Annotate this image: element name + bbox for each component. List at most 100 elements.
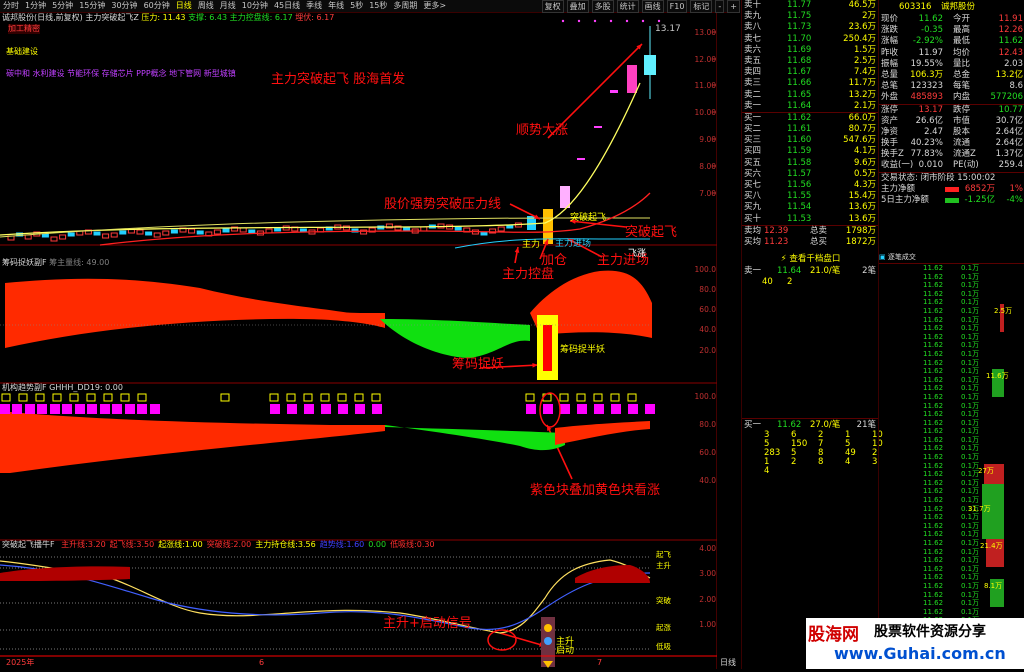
chart-tool-button[interactable]: 画线	[641, 0, 664, 13]
sell-level-label: 卖六	[744, 44, 762, 55]
tick-price: 11.62	[923, 392, 944, 401]
tick-price: 11.62	[923, 478, 944, 487]
sell-row: 卖二 11.65 13.2万	[742, 90, 879, 101]
period-tab[interactable]: 15秒	[366, 0, 390, 12]
period-tab[interactable]: 周线	[195, 0, 217, 12]
yellow-block	[103, 393, 113, 402]
candle	[188, 228, 196, 234]
stat-value: 106.3万	[910, 69, 943, 80]
queue-cell: 3	[872, 457, 878, 468]
chart-tool-button[interactable]: 多股	[591, 0, 614, 13]
candle	[102, 233, 110, 239]
tick-volume: 0.1万	[961, 324, 980, 333]
panel4-param-label: 主力持仓线:	[255, 540, 298, 549]
order-book: 卖十 11.77 46.5万 卖九 11.75 2万 卖八 11.73 23.6万 卖七 11.70…	[741, 0, 879, 258]
marker-dot	[561, 19, 565, 23]
yellow-block	[371, 393, 381, 402]
stat-label: 流通Z	[953, 149, 976, 160]
sell-row: 卖七 11.70 250.4万	[742, 34, 879, 45]
chart-tool-button[interactable]: -	[715, 0, 725, 13]
main-panel-title: 诚邦股份(日线,前复权) 主力突破起飞Z 压力: 11.43 支撑: 6.43 …	[2, 13, 334, 23]
period-tab[interactable]: 1分钟	[22, 0, 49, 12]
chip-signal-bar	[543, 325, 552, 371]
tick-volume: 0.1万	[961, 444, 980, 453]
tick-volume: 0.1万	[961, 573, 980, 582]
main-net-pct: -4%	[1006, 195, 1023, 205]
candle	[454, 226, 462, 231]
avg-sell-price: 12.39	[764, 225, 789, 236]
buy-level-label: 买七	[744, 180, 762, 190]
tick-price: 11.62	[923, 289, 944, 298]
view-depth-link[interactable]: ⚡ 查看千档盘口	[742, 252, 879, 266]
purple-block	[75, 404, 85, 414]
chart-tool-button[interactable]: 统计	[616, 0, 639, 13]
period-tab[interactable]: 5分钟	[49, 0, 76, 12]
tick-price: 11.62	[923, 427, 944, 436]
tick-price: 11.62	[923, 444, 944, 453]
buy-price: 11.57	[787, 168, 812, 179]
period-tab[interactable]: 月线	[217, 0, 239, 12]
marker-dot	[609, 19, 613, 23]
main-net-label: 主力净额	[881, 183, 916, 194]
level-sell-label: 卖一	[744, 266, 762, 276]
stock-header: 603316 诚邦股份	[879, 0, 1024, 14]
purple-block	[270, 404, 280, 414]
period-tab[interactable]: 季线	[303, 0, 325, 12]
sell-price: 11.68	[787, 55, 812, 66]
level-buy-price: 11.62	[777, 420, 802, 430]
purple-block	[12, 404, 22, 414]
main-net-row: 主力净额 6852万 1%	[879, 184, 1024, 195]
tick-price: 11.62	[923, 384, 944, 393]
candle	[239, 227, 247, 233]
level-buy-block: 买一 11.62 27.0/笔 21笔 3 6 2 1 10 5 150 7 5 10 283 5 8 49 2 1 2…	[742, 420, 883, 476]
sell-level-label: 卖五	[744, 55, 762, 66]
queue-cell: 4	[845, 457, 851, 468]
tick-row: 11.62 0.1万	[879, 453, 1024, 462]
panel4-right-label: 突破	[656, 595, 671, 605]
tick-row: 11.62 0.1万	[879, 402, 1024, 411]
period-tab[interactable]: 60分钟	[141, 0, 173, 12]
period-tab[interactable]: 45日线	[271, 0, 303, 12]
period-tab[interactable]: 日线	[173, 0, 195, 12]
tick-row: 11.62 0.1万	[879, 341, 1024, 350]
panel4-param-value: 3.20	[87, 540, 106, 549]
period-tab[interactable]: 多周期	[390, 0, 420, 12]
candle	[497, 226, 505, 232]
tick-row: 11.62 0.1万	[879, 333, 1024, 342]
main-net-bar	[945, 186, 959, 192]
tick-volume: 0.1万	[961, 401, 980, 410]
stat-label: 量比	[953, 58, 971, 69]
stat-row: 收益(一) 0.010 PE(动) 259.4	[879, 160, 1024, 171]
yellow-block	[52, 393, 62, 402]
purple-block	[577, 404, 587, 414]
period-tab[interactable]: 15分钟	[76, 0, 108, 12]
basic-label: 基础建设	[6, 47, 38, 56]
tick-volume: 0.1万	[961, 264, 980, 272]
tick-volume: 0.1万	[961, 607, 980, 616]
main-net-bar	[945, 198, 959, 203]
period-tab[interactable]: 更多>	[420, 0, 449, 12]
chart-tool-button[interactable]: 叠加	[566, 0, 589, 13]
period-tab[interactable]: 5秒	[347, 0, 366, 12]
chart-tool-button[interactable]: 标记	[690, 0, 713, 13]
tag-main: 主力	[522, 240, 541, 250]
period-tab[interactable]: 30分钟	[108, 0, 140, 12]
period-tab[interactable]: 分时	[0, 0, 22, 12]
chart-area[interactable]: 13.00 12.00 11.00 10.00 9.00 8.00 7.00 100.0 80.…	[0, 13, 736, 669]
yellow-block	[610, 393, 620, 402]
panel3-name: 机构趋势副F	[2, 383, 47, 392]
chart-tool-button[interactable]: 复权	[541, 0, 564, 13]
level-sell-count: 2笔	[862, 266, 876, 276]
tick-price: 11.62	[923, 547, 944, 556]
period-tab[interactable]: 年线	[325, 0, 347, 12]
buy-row: 买一 11.62 66.0万	[742, 113, 879, 124]
chart-tool-button[interactable]: +	[727, 0, 740, 13]
period-tab[interactable]: 10分钟	[239, 0, 271, 12]
tick-price: 11.62	[923, 272, 944, 281]
total-sell-label: 总卖	[810, 225, 828, 236]
kline-chart-svg[interactable]: 13.0012.0011.0010.009.008.007.00100.080.…	[0, 13, 718, 669]
chart-tool-button[interactable]: F10	[666, 0, 688, 13]
stat-label: 跌停	[953, 104, 971, 115]
annotation-breakthrough: 股价强势突破压力线	[384, 197, 502, 212]
panel4-param-label: 低吸线:	[390, 540, 417, 549]
